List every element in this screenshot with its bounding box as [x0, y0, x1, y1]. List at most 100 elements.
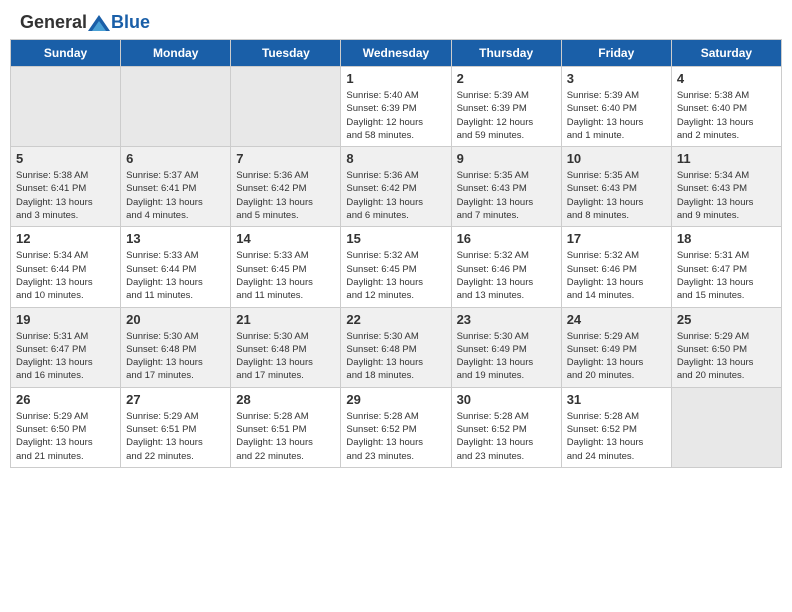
day-info: Sunrise: 5:36 AM Sunset: 6:42 PM Dayligh…: [346, 169, 445, 222]
weekday-header-sunday: Sunday: [11, 40, 121, 67]
day-info: Sunrise: 5:29 AM Sunset: 6:50 PM Dayligh…: [677, 330, 776, 383]
logo: General Blue: [20, 12, 150, 33]
day-number: 12: [16, 231, 115, 246]
weekday-header-row: SundayMondayTuesdayWednesdayThursdayFrid…: [11, 40, 782, 67]
day-info: Sunrise: 5:39 AM Sunset: 6:39 PM Dayligh…: [457, 89, 556, 142]
day-info: Sunrise: 5:36 AM Sunset: 6:42 PM Dayligh…: [236, 169, 335, 222]
day-number: 20: [126, 312, 225, 327]
day-info: Sunrise: 5:29 AM Sunset: 6:49 PM Dayligh…: [567, 330, 666, 383]
day-number: 6: [126, 151, 225, 166]
day-info: Sunrise: 5:30 AM Sunset: 6:49 PM Dayligh…: [457, 330, 556, 383]
day-number: 13: [126, 231, 225, 246]
calendar-day-cell: 31Sunrise: 5:28 AM Sunset: 6:52 PM Dayli…: [561, 387, 671, 467]
weekday-header-tuesday: Tuesday: [231, 40, 341, 67]
day-number: 9: [457, 151, 556, 166]
weekday-header-thursday: Thursday: [451, 40, 561, 67]
calendar-day-cell: 13 Sunrise: 5:33 AM Sunset: 6:44 PM Dayli…: [121, 227, 231, 307]
day-info: Sunrise: 5:29 AM Sunset: 6:51 PM Dayligh…: [126, 410, 225, 463]
weekday-header-monday: Monday: [121, 40, 231, 67]
day-number: 21: [236, 312, 335, 327]
day-number: 4: [677, 71, 776, 86]
calendar-day-cell: 6 Sunrise: 5:37 AM Sunset: 6:41 PM Daylig…: [121, 147, 231, 227]
day-info: Sunrise: 5:30 AM Sunset: 6:48 PM Dayligh…: [346, 330, 445, 383]
calendar-day-cell: 4Sunrise: 5:38 AM Sunset: 6:40 PM Daylig…: [671, 67, 781, 147]
day-number: 3: [567, 71, 666, 86]
day-number: 31: [567, 392, 666, 407]
calendar-day-cell: 3 Sunrise: 5:39 AM Sunset: 6:40 PM Daylig…: [561, 67, 671, 147]
weekday-header-wednesday: Wednesday: [341, 40, 451, 67]
calendar-day-cell: 28 Sunrise: 5:28 AM Sunset: 6:51 PM Dayli…: [231, 387, 341, 467]
weekday-header-saturday: Saturday: [671, 40, 781, 67]
day-number: 15: [346, 231, 445, 246]
calendar-day-cell: 26Sunrise: 5:29 AM Sunset: 6:50 PM Dayli…: [11, 387, 121, 467]
day-info: Sunrise: 5:35 AM Sunset: 6:43 PM Dayligh…: [567, 169, 666, 222]
calendar-day-cell: 22 Sunrise: 5:30 AM Sunset: 6:48 PM Dayli…: [341, 307, 451, 387]
day-info: Sunrise: 5:28 AM Sunset: 6:52 PM Dayligh…: [346, 410, 445, 463]
day-info: Sunrise: 5:28 AM Sunset: 6:52 PM Dayligh…: [457, 410, 556, 463]
calendar-day-cell: [671, 387, 781, 467]
calendar-day-cell: [121, 67, 231, 147]
calendar-week-row: 5Sunrise: 5:38 AM Sunset: 6:41 PM Daylig…: [11, 147, 782, 227]
day-number: 7: [236, 151, 335, 166]
calendar-week-row: 26Sunrise: 5:29 AM Sunset: 6:50 PM Dayli…: [11, 387, 782, 467]
day-info: Sunrise: 5:33 AM Sunset: 6:44 PM Dayligh…: [126, 249, 225, 302]
calendar-day-cell: 23 Sunrise: 5:30 AM Sunset: 6:49 PM Dayli…: [451, 307, 561, 387]
day-info: Sunrise: 5:35 AM Sunset: 6:43 PM Dayligh…: [457, 169, 556, 222]
calendar-day-cell: 14Sunrise: 5:33 AM Sunset: 6:45 PM Dayli…: [231, 227, 341, 307]
day-info: Sunrise: 5:38 AM Sunset: 6:41 PM Dayligh…: [16, 169, 115, 222]
calendar-day-cell: 8 Sunrise: 5:36 AM Sunset: 6:42 PM Daylig…: [341, 147, 451, 227]
day-info: Sunrise: 5:32 AM Sunset: 6:46 PM Dayligh…: [567, 249, 666, 302]
weekday-header-friday: Friday: [561, 40, 671, 67]
day-number: 28: [236, 392, 335, 407]
logo-icon: [88, 15, 110, 31]
day-info: Sunrise: 5:30 AM Sunset: 6:48 PM Dayligh…: [126, 330, 225, 383]
calendar-day-cell: 19 Sunrise: 5:31 AM Sunset: 6:47 PM Dayli…: [11, 307, 121, 387]
calendar-table: SundayMondayTuesdayWednesdayThursdayFrid…: [10, 39, 782, 468]
day-info: Sunrise: 5:33 AM Sunset: 6:45 PM Dayligh…: [236, 249, 335, 302]
day-number: 11: [677, 151, 776, 166]
calendar-day-cell: 12 Sunrise: 5:34 AM Sunset: 6:44 PM Dayli…: [11, 227, 121, 307]
calendar-day-cell: 18Sunrise: 5:31 AM Sunset: 6:47 PM Dayli…: [671, 227, 781, 307]
day-number: 17: [567, 231, 666, 246]
day-info: Sunrise: 5:29 AM Sunset: 6:50 PM Dayligh…: [16, 410, 115, 463]
day-number: 10: [567, 151, 666, 166]
day-number: 29: [346, 392, 445, 407]
day-number: 30: [457, 392, 556, 407]
calendar-day-cell: 20 Sunrise: 5:30 AM Sunset: 6:48 PM Dayli…: [121, 307, 231, 387]
calendar-day-cell: 24Sunrise: 5:29 AM Sunset: 6:49 PM Dayli…: [561, 307, 671, 387]
day-number: 25: [677, 312, 776, 327]
day-info: Sunrise: 5:28 AM Sunset: 6:51 PM Dayligh…: [236, 410, 335, 463]
day-info: Sunrise: 5:32 AM Sunset: 6:46 PM Dayligh…: [457, 249, 556, 302]
calendar-day-cell: 16 Sunrise: 5:32 AM Sunset: 6:46 PM Dayli…: [451, 227, 561, 307]
day-number: 8: [346, 151, 445, 166]
day-number: 19: [16, 312, 115, 327]
calendar-day-cell: 25 Sunrise: 5:29 AM Sunset: 6:50 PM Dayli…: [671, 307, 781, 387]
calendar-day-cell: 7 Sunrise: 5:36 AM Sunset: 6:42 PM Daylig…: [231, 147, 341, 227]
day-number: 2: [457, 71, 556, 86]
day-number: 22: [346, 312, 445, 327]
calendar-day-cell: 15 Sunrise: 5:32 AM Sunset: 6:45 PM Dayli…: [341, 227, 451, 307]
day-info: Sunrise: 5:32 AM Sunset: 6:45 PM Dayligh…: [346, 249, 445, 302]
calendar-day-cell: [231, 67, 341, 147]
day-info: Sunrise: 5:34 AM Sunset: 6:44 PM Dayligh…: [16, 249, 115, 302]
calendar-day-cell: 9 Sunrise: 5:35 AM Sunset: 6:43 PM Daylig…: [451, 147, 561, 227]
calendar-week-row: 19 Sunrise: 5:31 AM Sunset: 6:47 PM Dayli…: [11, 307, 782, 387]
page-header: General Blue: [0, 0, 792, 39]
calendar-day-cell: 30 Sunrise: 5:28 AM Sunset: 6:52 PM Dayli…: [451, 387, 561, 467]
day-number: 16: [457, 231, 556, 246]
day-number: 1: [346, 71, 445, 86]
calendar-day-cell: 21 Sunrise: 5:30 AM Sunset: 6:48 PM Dayli…: [231, 307, 341, 387]
day-number: 23: [457, 312, 556, 327]
day-info: Sunrise: 5:34 AM Sunset: 6:43 PM Dayligh…: [677, 169, 776, 222]
day-info: Sunrise: 5:39 AM Sunset: 6:40 PM Dayligh…: [567, 89, 666, 142]
day-info: Sunrise: 5:30 AM Sunset: 6:48 PM Dayligh…: [236, 330, 335, 383]
day-info: Sunrise: 5:31 AM Sunset: 6:47 PM Dayligh…: [16, 330, 115, 383]
calendar-week-row: 1Sunrise: 5:40 AM Sunset: 6:39 PM Daylig…: [11, 67, 782, 147]
calendar-day-cell: 2 Sunrise: 5:39 AM Sunset: 6:39 PM Daylig…: [451, 67, 561, 147]
calendar-day-cell: 17 Sunrise: 5:32 AM Sunset: 6:46 PM Dayli…: [561, 227, 671, 307]
day-info: Sunrise: 5:31 AM Sunset: 6:47 PM Dayligh…: [677, 249, 776, 302]
calendar-day-cell: 27Sunrise: 5:29 AM Sunset: 6:51 PM Dayli…: [121, 387, 231, 467]
day-info: Sunrise: 5:37 AM Sunset: 6:41 PM Dayligh…: [126, 169, 225, 222]
calendar-week-row: 12 Sunrise: 5:34 AM Sunset: 6:44 PM Dayli…: [11, 227, 782, 307]
calendar-day-cell: 29 Sunrise: 5:28 AM Sunset: 6:52 PM Dayli…: [341, 387, 451, 467]
